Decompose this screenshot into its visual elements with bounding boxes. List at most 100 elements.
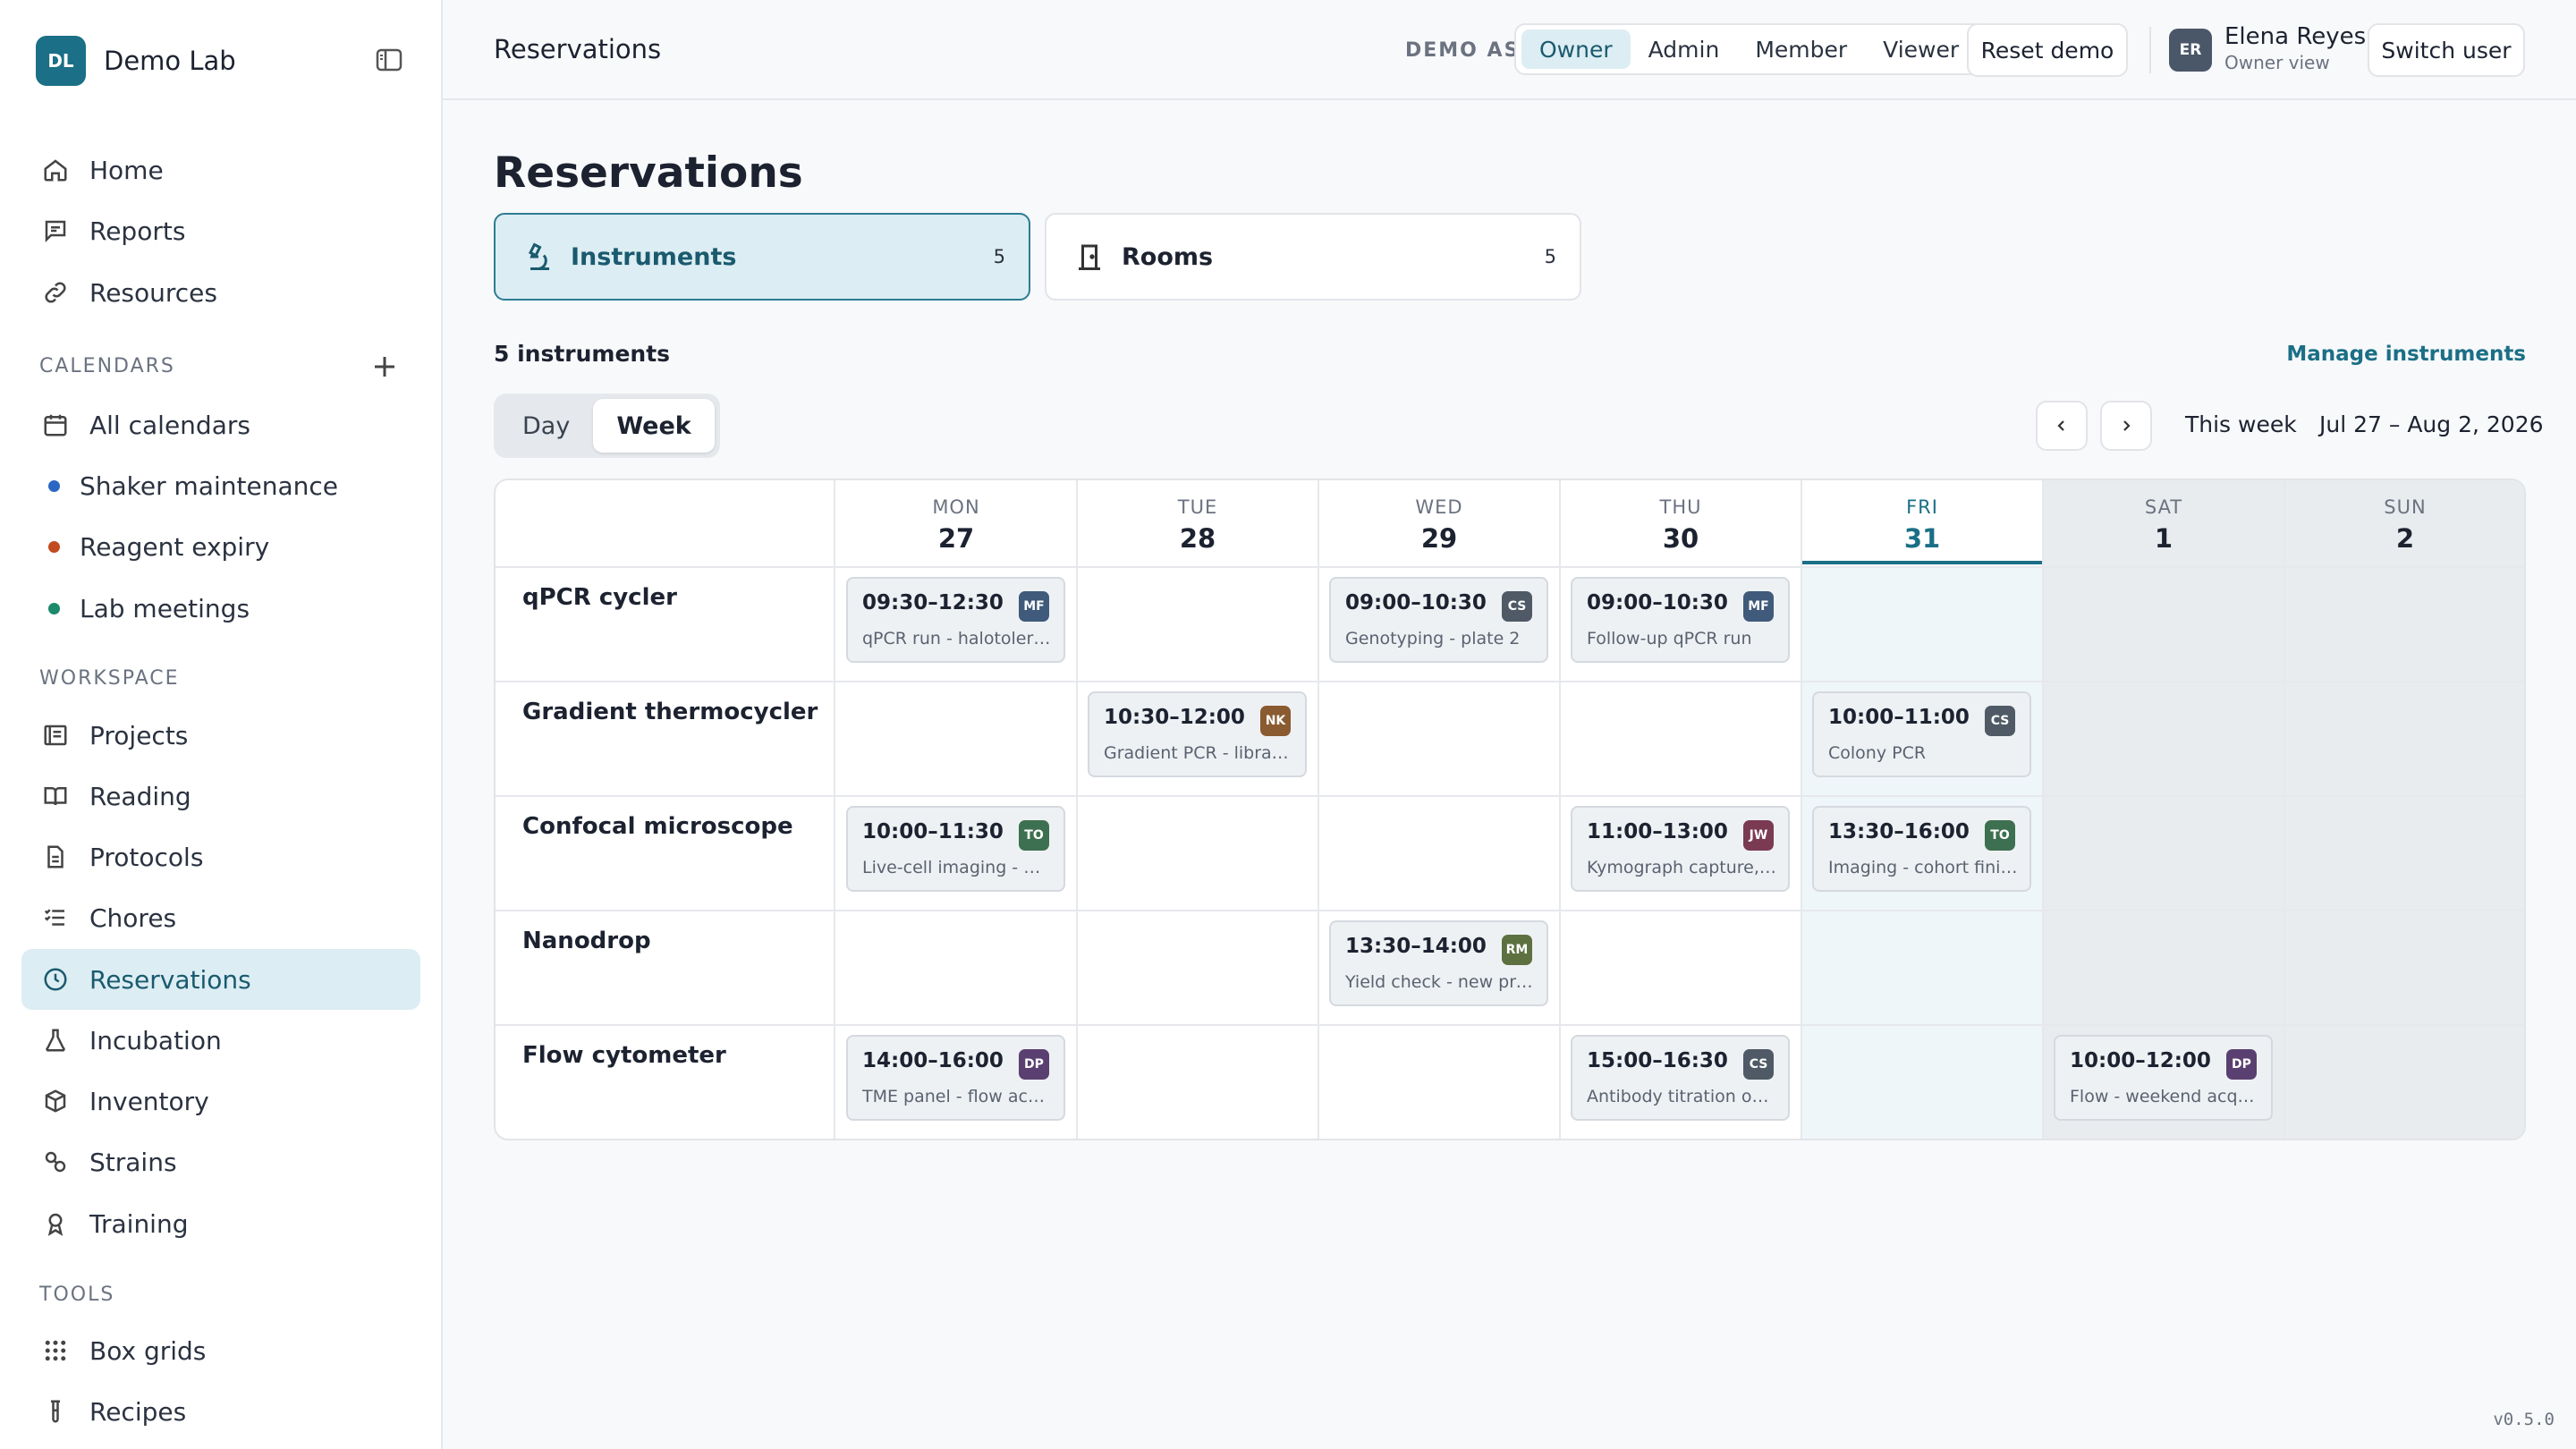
sidebar-toggle-icon[interactable] (376, 48, 402, 72)
day-number: 27 (937, 523, 975, 554)
list-box-icon (41, 721, 70, 750)
user-initials-badge: DP (2226, 1049, 2257, 1080)
reservation-block[interactable]: 13:30–16:00 TO Imaging - cohort finish (1812, 806, 2031, 892)
sidebar-item-incubation[interactable]: Incubation (21, 1010, 420, 1071)
award-icon (41, 1209, 70, 1238)
role-owner-button[interactable]: Owner (1521, 30, 1631, 69)
reservation-time: 14:00–16:00 (862, 1049, 1004, 1072)
day-view-button[interactable]: Day (499, 399, 593, 453)
sidebar-item-reagent-expiry[interactable]: Reagent expiry (21, 516, 420, 577)
add-calendar-icon[interactable] (369, 351, 401, 383)
tab-rooms[interactable]: Rooms 5 (1045, 213, 1581, 301)
reservation-block[interactable]: 09:00–10:30 CS Genotyping - plate 2 (1329, 577, 1548, 663)
sidebar-item-label: All calendars (89, 410, 250, 440)
sidebar-item-lab-meetings[interactable]: Lab meetings (21, 578, 420, 639)
day-number: 29 (1420, 523, 1458, 554)
day-header: SUN 2 (2284, 480, 2524, 566)
reservation-block[interactable]: 14:00–16:00 DP TME panel - flow acquisit… (846, 1035, 1065, 1121)
version-label: v0.5.0 (2493, 1410, 2555, 1429)
user-initials-badge: JW (1743, 820, 1774, 851)
grid-line (1318, 480, 1319, 1139)
sidebar-item-label: Recipes (89, 1396, 187, 1427)
clock-icon (41, 965, 70, 994)
header-title: Reservations (494, 34, 662, 64)
top-header: Reservations DEMO AS Owner Admin Member … (443, 0, 2576, 100)
next-week-button[interactable] (2100, 401, 2152, 451)
role-admin-button[interactable]: Admin (1631, 30, 1738, 69)
sidebar-item-label: Resources (89, 277, 217, 308)
role-viewer-button[interactable]: Viewer (1865, 30, 1977, 69)
avatar[interactable]: ER (2169, 29, 2212, 72)
calendar-icon (41, 411, 70, 439)
reservation-block[interactable]: 13:30–14:00 RM Yield check - new preps (1329, 920, 1548, 1006)
view-toggle: Day Week (494, 394, 720, 458)
sidebar-item-resources[interactable]: Resources (21, 262, 420, 323)
reservation-block[interactable]: 10:00–11:00 CS Colony PCR (1812, 691, 2031, 777)
sidebar-item-shaker-maintenance[interactable]: Shaker maintenance (21, 455, 420, 516)
day-header: MON 27 (835, 480, 1077, 566)
brand-name: Demo Lab (104, 46, 236, 76)
reservation-description: Yield check - new preps (1345, 972, 1536, 992)
sidebar-item-chores[interactable]: Chores (21, 887, 420, 948)
prev-week-button[interactable] (2036, 401, 2088, 451)
reservation-description: Flow - weekend acquisition (2070, 1087, 2260, 1106)
reservation-block[interactable]: 10:30–12:00 NK Gradient PCR - library pr… (1088, 691, 1307, 777)
reservation-time: 13:30–14:00 (1345, 935, 1487, 958)
week-view-button[interactable]: Week (593, 399, 715, 453)
user-initials-badge: TO (1985, 820, 2015, 851)
today-indicator (1801, 561, 2043, 564)
box-icon (41, 1087, 70, 1115)
day-number: 30 (1662, 523, 1699, 554)
sidebar-item-label: Box grids (89, 1335, 207, 1366)
this-week-button[interactable]: This week (2185, 411, 2297, 437)
sidebar-item-home[interactable]: Home (21, 140, 420, 200)
day-number: 1 (2154, 523, 2174, 554)
sidebar-item-recipes[interactable]: Recipes (21, 1381, 420, 1442)
reservation-block[interactable]: 09:00–10:30 MF Follow-up qPCR run (1571, 577, 1790, 663)
sidebar-item-reports[interactable]: Reports (21, 200, 420, 261)
page-title: Reservations (494, 148, 803, 198)
sidebar-item-projects[interactable]: Projects (21, 705, 420, 766)
sidebar-item-box-grids[interactable]: Box grids (21, 1320, 420, 1381)
header-divider (2149, 27, 2151, 73)
sidebar-item-all-calendars[interactable]: All calendars (21, 394, 420, 455)
reservation-time: 15:00–16:30 (1587, 1049, 1728, 1072)
sidebar-item-strains[interactable]: Strains (21, 1131, 420, 1192)
grid-line (1801, 480, 1802, 1139)
reservation-block[interactable]: 15:00–16:30 CS Antibody titration on bea… (1571, 1035, 1790, 1121)
user-role: Owner view (2224, 52, 2330, 73)
tab-instruments[interactable]: Instruments 5 (494, 213, 1030, 301)
reset-demo-button[interactable]: Reset demo (1967, 23, 2128, 77)
sidebar-item-inventory[interactable]: Inventory (21, 1071, 420, 1131)
day-name: MON (932, 496, 980, 518)
tools-section-label: TOOLS (39, 1284, 115, 1306)
sidebar-item-protocols[interactable]: Protocols (21, 826, 420, 887)
sidebar-item-label: Lab meetings (80, 593, 250, 623)
grid-line (496, 1024, 2524, 1026)
sidebar-item-reservations[interactable]: Reservations (21, 949, 420, 1010)
brand[interactable]: DL Demo Lab (36, 36, 236, 86)
instrument-label: Nanodrop (522, 928, 651, 954)
workspace-section-label: WORKSPACE (39, 667, 180, 690)
day-header: THU 30 (1560, 480, 1801, 566)
instrument-label: Gradient thermocycler (522, 699, 818, 725)
sidebar-item-reading[interactable]: Reading (21, 766, 420, 826)
reservation-block[interactable]: 09:30–12:30 MF qPCR run - halotolerance … (846, 577, 1065, 663)
grid-line (1076, 480, 1078, 1139)
reservation-time: 10:00–11:30 (862, 820, 1004, 843)
instrument-label: Confocal microscope (522, 813, 793, 840)
role-member-button[interactable]: Member (1737, 30, 1865, 69)
reservation-time: 09:30–12:30 (862, 591, 1004, 614)
reservation-block[interactable]: 10:00–12:00 DP Flow - weekend acquisitio… (2054, 1035, 2273, 1121)
reservation-block[interactable]: 10:00–11:30 TO Live-cell imaging - mitos… (846, 806, 1065, 892)
calendar-color-dot (48, 540, 60, 553)
reservation-block[interactable]: 11:00–13:00 JW Kymograph capture, series… (1571, 806, 1790, 892)
test-tube-icon (41, 1397, 70, 1426)
reservation-description: Kymograph capture, series B (1587, 858, 1777, 877)
sidebar-item-training[interactable]: Training (21, 1193, 420, 1254)
reservation-time: 09:00–10:30 (1345, 591, 1487, 614)
day-number: 2 (2395, 523, 2415, 554)
sidebar-item-label: Inventory (89, 1086, 209, 1116)
manage-instruments-link[interactable]: Manage instruments (2286, 343, 2526, 366)
switch-user-button[interactable]: Switch user (2368, 23, 2525, 77)
